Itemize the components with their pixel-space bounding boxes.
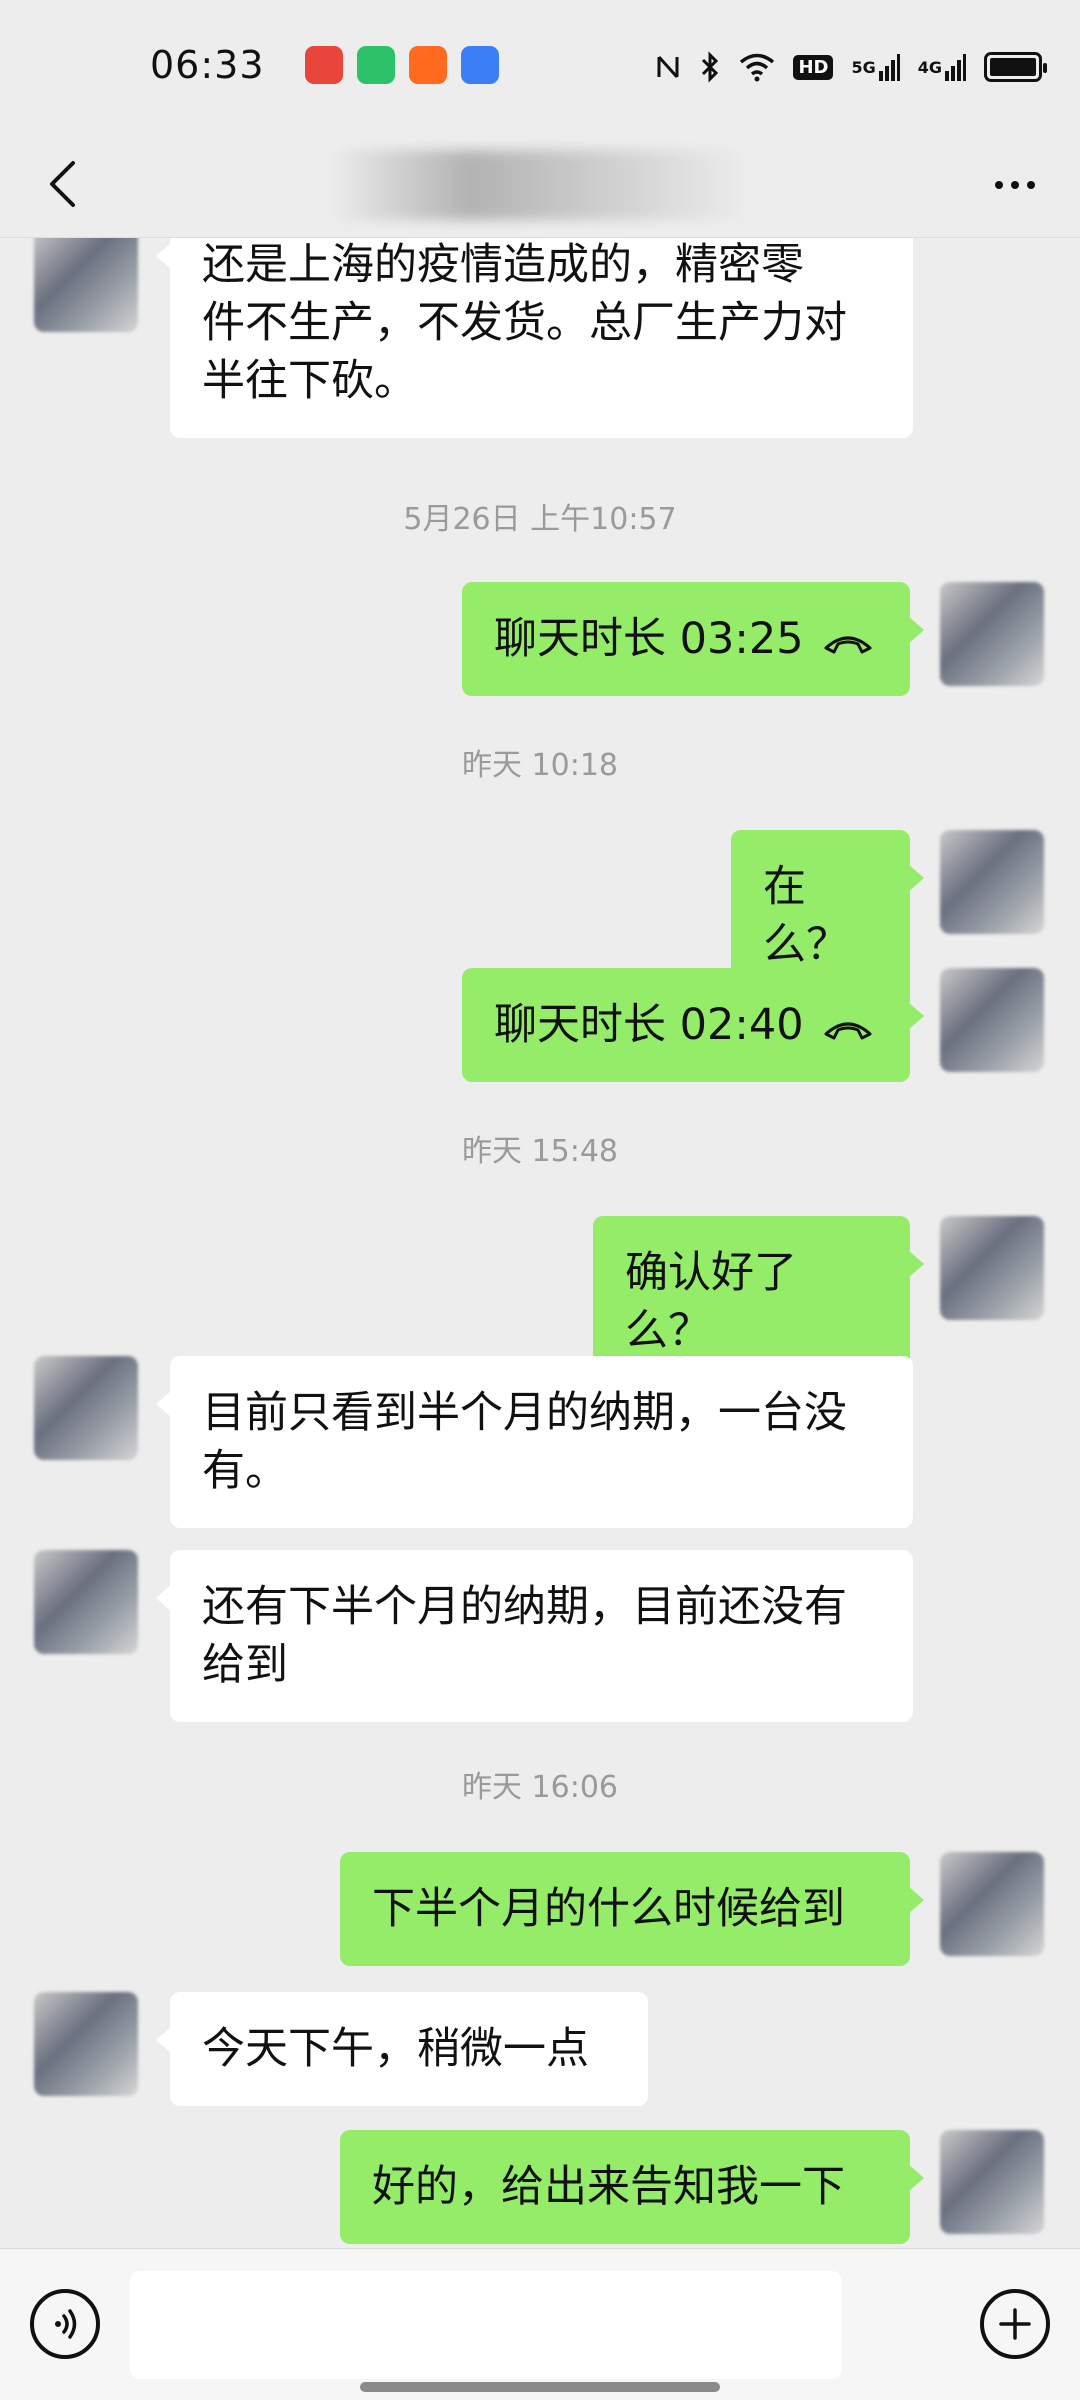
timestamp: 昨天 15:48 — [462, 1134, 618, 1169]
message-text: 今天下午，稍微一点 — [202, 2024, 589, 2074]
signal-4g-icon: 4G — [918, 50, 966, 84]
signal-5g-icon: 5G — [851, 50, 900, 84]
wifi-icon — [739, 50, 775, 84]
phone-hangup-icon — [824, 1022, 872, 1039]
timestamp: 5月26日 上午10:57 — [403, 502, 677, 537]
call-record-bubble[interactable]: 聊天时长 03:25 — [462, 582, 924, 696]
message-bubble-incoming[interactable]: 目前只看到半个月的纳期，一台没 有。 — [156, 1356, 913, 1528]
my-avatar[interactable] — [940, 1852, 1044, 1956]
my-avatar[interactable] — [940, 968, 1044, 1072]
my-avatar[interactable] — [940, 2130, 1044, 2234]
chat-header — [0, 130, 1080, 238]
kuaishou-app-icon — [408, 46, 447, 84]
hd-icon: HD — [793, 50, 834, 84]
bluetooth-icon — [699, 50, 721, 84]
message-bubble-incoming[interactable]: 还有下半个月的纳期，目前还没有 给到 — [156, 1550, 913, 1722]
contact-avatar[interactable] — [34, 238, 138, 332]
message-text: 聊天时长 02:40 — [494, 1000, 804, 1050]
message-text: 给到 — [202, 1640, 288, 1690]
message-text: 件不生产，不发货。总厂生产力对 — [202, 298, 847, 348]
dot-icon — [1027, 181, 1035, 189]
message-text: 下半个月的什么时候给到 — [372, 1884, 845, 1934]
chevron-left-icon — [50, 161, 75, 207]
message-bubble-outgoing[interactable]: 好的，给出来告知我一下 — [340, 2130, 924, 2244]
nfc-icon — [655, 50, 681, 84]
message-text: 半往下砍。 — [202, 356, 417, 406]
voice-input-button[interactable] — [30, 2289, 100, 2359]
blue-app-icon — [460, 46, 499, 84]
dot-icon — [1011, 181, 1019, 189]
contact-avatar[interactable] — [34, 1356, 138, 1460]
phone-hangup-icon — [824, 636, 872, 653]
message-text: 确认好了么？ — [625, 1248, 797, 1356]
status-time: 06:33 — [150, 43, 265, 87]
chat-title-blurred — [330, 150, 750, 220]
message-bubble-outgoing[interactable]: 下半个月的什么时候给到 — [340, 1852, 924, 1966]
chat-messages[interactable]: 还是上海的疫情造成的，精密零 件不生产，不发货。总厂生产力对 半往下砍。 5月2… — [0, 238, 1080, 2248]
timestamp: 昨天 10:18 — [462, 748, 618, 783]
message-text: 在么？ — [763, 862, 849, 970]
message-text: 有。 — [202, 1446, 288, 1496]
voice-icon — [55, 2309, 77, 2339]
my-avatar[interactable] — [940, 582, 1044, 686]
notification-icons — [304, 46, 499, 84]
my-avatar[interactable] — [940, 830, 1044, 934]
battery-icon — [984, 52, 1047, 82]
message-text: 目前只看到半个月的纳期，一台没 — [202, 1388, 847, 1438]
green-app-icon — [356, 46, 395, 84]
plus-icon — [999, 2308, 1031, 2340]
message-text: 好的，给出来告知我一下 — [372, 2162, 845, 2212]
message-input[interactable] — [130, 2271, 842, 2379]
home-indicator[interactable] — [360, 2382, 720, 2392]
message-text: 还有下半个月的纳期，目前还没有 — [202, 1582, 847, 1632]
dot-icon — [995, 181, 1003, 189]
message-bubble-incoming[interactable]: 还是上海的疫情造成的，精密零 件不生产，不发货。总厂生产力对 半往下砍。 — [156, 238, 913, 438]
call-record-bubble[interactable]: 聊天时长 02:40 — [462, 968, 924, 1082]
timestamp: 昨天 16:06 — [462, 1770, 618, 1805]
back-button[interactable] — [32, 154, 92, 214]
more-functions-button[interactable] — [980, 2289, 1050, 2359]
contact-avatar[interactable] — [34, 1550, 138, 1654]
my-avatar[interactable] — [940, 1216, 1044, 1320]
contact-avatar[interactable] — [34, 1992, 138, 2096]
message-text: 聊天时长 03:25 — [494, 614, 804, 664]
more-options-button[interactable] — [980, 160, 1050, 210]
status-icons: HD 5G 4G — [655, 50, 1047, 84]
input-bar — [0, 2248, 1080, 2400]
message-text: 还是上海的疫情造成的，精密零 — [202, 240, 804, 290]
message-bubble-incoming[interactable]: 今天下午，稍微一点 — [156, 1992, 648, 2106]
baidu-app-icon — [304, 46, 343, 84]
